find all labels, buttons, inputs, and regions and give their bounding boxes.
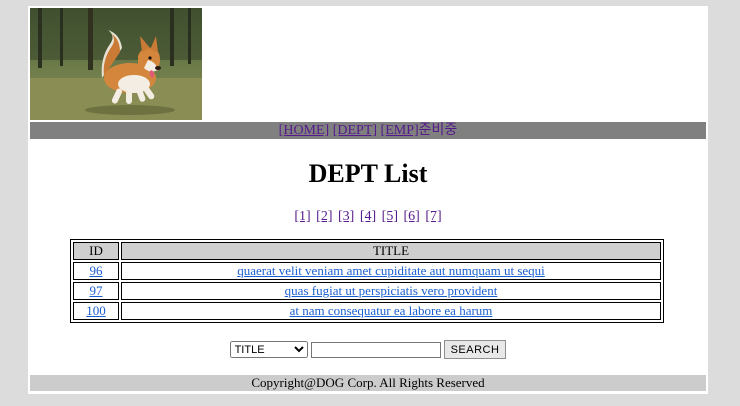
row-id-link[interactable]: 96	[90, 263, 103, 278]
page-link-4[interactable]: [4]	[360, 209, 376, 224]
page-link-6[interactable]: [6]	[403, 209, 419, 224]
page-container: [HOME] [DEPT] [EMP]준비중 DEPT List [1] [2]…	[28, 6, 708, 394]
column-header-id: ID	[73, 242, 119, 260]
page-title: DEPT List	[308, 159, 428, 188]
corgi-banner-image	[30, 8, 202, 120]
table-header-row: ID TITLE	[73, 242, 661, 260]
table-cell-id: 96	[73, 262, 119, 280]
row-title-link[interactable]: quas fugiat ut perspiciatis vero provide…	[285, 283, 498, 298]
row-title-link[interactable]: quaerat velit veniam amet cupiditate aut…	[237, 263, 545, 278]
footer: Copyright@DOG Corp. All Rights Reserved	[30, 375, 706, 391]
nav-home-link[interactable]: [HOME]	[279, 123, 330, 138]
nav-dept-link[interactable]: [DEPT]	[333, 123, 377, 138]
page-link-5[interactable]: [5]	[382, 209, 398, 224]
table-cell-title: at nam consequatur ea labore ea harum	[121, 302, 661, 320]
nav-emp-link[interactable]: [EMP]	[381, 123, 419, 138]
page-link-1[interactable]: [1]	[294, 209, 310, 224]
dept-table: ID TITLE 96 quaerat velit veniam amet cu…	[70, 239, 664, 323]
table-cell-title: quas fugiat ut perspiciatis vero provide…	[121, 282, 661, 300]
page-link-2[interactable]: [2]	[316, 209, 332, 224]
search-form: TITLE SEARCH	[28, 340, 708, 359]
row-id-link[interactable]: 97	[90, 283, 103, 298]
table-row: 100 at nam consequatur ea labore ea haru…	[73, 302, 661, 320]
page-link-3[interactable]: [3]	[338, 209, 354, 224]
search-button[interactable]: SEARCH	[443, 340, 507, 359]
nav-coming-soon-label: 준비중	[418, 123, 458, 138]
search-input[interactable]	[310, 341, 441, 358]
row-id-link[interactable]: 100	[86, 303, 106, 318]
table-cell-id: 97	[73, 282, 119, 300]
table-cell-id: 100	[73, 302, 119, 320]
page-link-7[interactable]: [7]	[425, 209, 441, 224]
table-cell-title: quaerat velit veniam amet cupiditate aut…	[121, 262, 661, 280]
column-header-title: TITLE	[121, 242, 661, 260]
table-row: 96 quaerat velit veniam amet cupiditate …	[73, 262, 661, 280]
search-field-select[interactable]: TITLE	[229, 341, 308, 358]
row-title-link[interactable]: at nam consequatur ea labore ea harum	[290, 303, 493, 318]
table-row: 97 quas fugiat ut perspiciatis vero prov…	[73, 282, 661, 300]
pagination: [1] [2] [3] [4] [5] [6] [7]	[28, 209, 708, 225]
top-nav-bar: [HOME] [DEPT] [EMP]준비중	[30, 122, 706, 139]
